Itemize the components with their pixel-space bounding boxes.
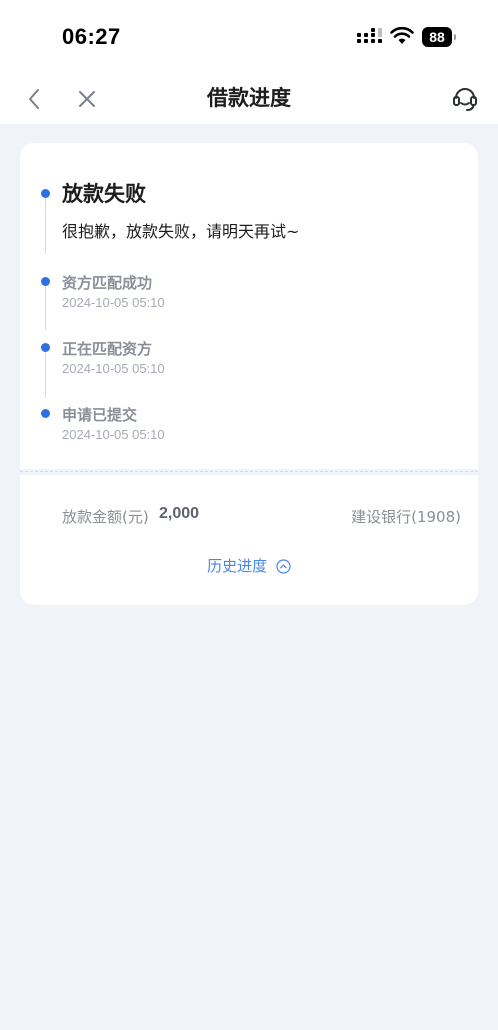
timeline-dot [41, 277, 50, 286]
history-progress-label: 历史进度 [207, 557, 268, 575]
page-title: 借款进度 [207, 86, 291, 110]
nav-bar: 借款进度 [0, 74, 498, 124]
current-status-title: 放款失败 [62, 182, 146, 206]
step-time: 2024-10-05 05:10 [62, 427, 165, 442]
amount-value: 2,000 [159, 505, 200, 522]
step-time: 2024-10-05 05:10 [62, 361, 165, 376]
timeline-dot [41, 343, 50, 352]
loan-info-card [20, 475, 478, 605]
history-progress-button[interactable]: 历史进度 [0, 555, 498, 576]
chevron-up-circle-icon [276, 559, 291, 574]
timeline-line [45, 194, 46, 254]
battery-icon: 88 [422, 27, 456, 47]
status-bar: 06:27 88 [0, 0, 498, 74]
status-time: 06:27 [62, 24, 121, 49]
card-divider [20, 471, 478, 472]
header-area: 06:27 88 借款进度 [0, 0, 498, 124]
bank-account: 建设银行(1908) [351, 508, 461, 526]
customer-service-icon[interactable] [451, 83, 479, 113]
amount-label: 放款金额(元) [62, 508, 149, 526]
step-time: 2024-10-05 05:10 [62, 295, 165, 310]
step-title: 正在匹配资方 [62, 340, 153, 358]
timeline-dot-current [41, 189, 50, 198]
signal-icon [357, 28, 382, 43]
step-title: 申请已提交 [62, 406, 138, 424]
battery-level: 88 [422, 27, 452, 47]
timeline-line [45, 352, 46, 398]
battery-tip [454, 34, 456, 40]
wifi-icon [390, 26, 414, 44]
step-title: 资方匹配成功 [62, 274, 153, 292]
current-status-desc: 很抱歉，放款失败，请明天再试~ [62, 222, 300, 241]
timeline-line [45, 286, 46, 330]
timeline-dot [41, 409, 50, 418]
